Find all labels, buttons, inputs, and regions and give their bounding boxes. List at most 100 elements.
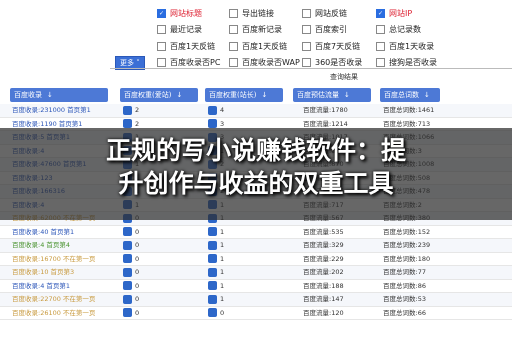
header-label: 百度收录 (14, 91, 42, 99)
divider (110, 68, 512, 69)
weight-badge-icon (208, 119, 217, 128)
table-row: 百度收录:40 首页第1 0 1 百度流量:535 百度总词数:152 (0, 226, 512, 239)
checkbox-icon[interactable] (376, 42, 385, 51)
header-total-words[interactable]: 百度总词数 ↓ (380, 88, 440, 102)
sort-arrow-icon[interactable]: ↓ (176, 91, 182, 99)
index-cell[interactable]: 百度收录:10 首页第3 (12, 266, 74, 278)
banner-title: 正规的写小说赚钱软件：提 升创作与收益的双重工具 (20, 134, 492, 200)
weight-aizhan-cell: 0 (123, 281, 139, 291)
weight-badge-icon (123, 254, 132, 263)
option-baidu-7day-backlinks[interactable]: 百度7天反链 (302, 41, 360, 52)
weight-badge-icon (123, 119, 132, 128)
option-export-links[interactable]: 导出链接 (229, 8, 274, 19)
weight-value: 1 (220, 295, 225, 303)
sort-arrow-icon[interactable]: ↓ (261, 91, 267, 99)
weight-aizhan-cell: 0 (123, 240, 139, 250)
option-360-indexed[interactable]: 360是否收录 (302, 57, 362, 68)
checkbox-icon[interactable]: ✓ (376, 9, 385, 18)
checkbox-icon[interactable] (302, 25, 311, 34)
checkbox-icon[interactable] (157, 25, 166, 34)
option-label: 百度收录否WAP (242, 58, 300, 67)
weight-value: 0 (135, 281, 140, 290)
checkbox-icon[interactable] (302, 9, 311, 18)
header-baidu-index[interactable]: 百度收录 ↓ (10, 88, 108, 102)
index-cell[interactable]: 百度收录:22700 不在第一页 (12, 293, 95, 305)
table-row: 百度收录:4 首页第4 0 1 百度流量:329 百度总词数:239 (0, 239, 512, 253)
weight-value: 0 (135, 308, 140, 317)
option-recent-records[interactable]: 最近记录 (157, 24, 202, 35)
weight-value: 1 (220, 254, 225, 263)
checkbox-icon[interactable] (229, 9, 238, 18)
header-weight-chinaz[interactable]: 百度权重(站长) ↓ (205, 88, 283, 102)
weight-aizhan-cell: 0 (123, 294, 139, 304)
checkbox-icon[interactable] (157, 58, 166, 67)
option-baidu-1day-backlinks-2[interactable]: 百度1天反链 (229, 41, 287, 52)
weight-aizhan-cell: 0 (123, 254, 139, 264)
option-baidu-1day-backlinks[interactable]: 百度1天反链 (157, 41, 215, 52)
weight-chinaz-cell: 3 (208, 119, 224, 129)
index-cell[interactable]: 百度收录:4 首页第4 (12, 239, 70, 251)
header-estimated-traffic[interactable]: 百度预估流量 ↓ (293, 88, 371, 102)
weight-value: 0 (220, 308, 225, 317)
weight-aizhan-cell: 0 (123, 227, 139, 237)
weight-badge-icon (123, 105, 132, 115)
sort-arrow-icon[interactable]: ↓ (424, 91, 430, 99)
index-cell[interactable]: 百度收录:231000 首页第1 (12, 104, 91, 116)
option-label: 百度收录否PC (170, 58, 221, 67)
weight-value: 4 (220, 106, 225, 114)
words-cell: 百度总词数:239 (383, 241, 431, 249)
option-site-title[interactable]: ✓ 网站标题 (157, 8, 202, 19)
option-baidu-1day-indexed[interactable]: 百度1天收录 (376, 41, 434, 52)
option-label: 百度1天反链 (242, 42, 288, 51)
checkbox-icon[interactable] (376, 25, 385, 34)
table-row: 百度收录:22700 不在第一页 0 1 百度流量:147 百度总词数:53 (0, 293, 512, 307)
weight-value: 1 (220, 227, 225, 236)
weight-chinaz-cell: 1 (208, 254, 224, 264)
weight-chinaz-cell: 4 (208, 105, 224, 115)
results-label: 查询结果 (330, 73, 358, 81)
banner-title-line2: 升创作与收益的双重工具 (118, 169, 394, 198)
weight-badge-icon (123, 294, 132, 304)
option-backlinks[interactable]: 网站反链 (302, 8, 347, 19)
option-baidu-indexed-wap[interactable]: 百度收录否WAP (229, 57, 300, 68)
option-total-records[interactable]: 总记录数 (376, 24, 421, 35)
weight-badge-icon (208, 281, 217, 290)
weight-badge-icon (208, 294, 217, 304)
checkbox-icon[interactable] (157, 42, 166, 51)
weight-chinaz-cell: 1 (208, 281, 224, 291)
weight-badge-icon (208, 105, 217, 115)
words-cell: 百度总词数:86 (383, 281, 426, 290)
option-baidu-indexed-pc[interactable]: 百度收录否PC (157, 57, 220, 68)
weight-value: 0 (135, 227, 140, 236)
index-cell[interactable]: 百度收录:16700 不在第一页 (12, 253, 95, 265)
weight-badge-icon (208, 308, 217, 317)
option-baidu-new-records[interactable]: 百度新记录 (229, 24, 282, 35)
checkbox-icon[interactable] (376, 58, 385, 67)
table-row: 百度收录:4 首页第1 0 1 百度流量:188 百度总词数:86 (0, 280, 512, 293)
words-cell: 百度总词数:1461 (383, 106, 435, 114)
weight-chinaz-cell: 1 (208, 227, 224, 237)
option-label: 百度新记录 (242, 25, 282, 34)
option-sogou-indexed[interactable]: 搜狗是否收录 (376, 57, 437, 68)
weight-badge-icon (123, 281, 132, 290)
checkbox-icon[interactable] (229, 42, 238, 51)
index-cell[interactable]: 百度收录:40 首页第1 (12, 226, 74, 238)
option-label: 导出链接 (242, 9, 274, 18)
checkbox-icon[interactable] (302, 58, 311, 67)
option-baidu-index[interactable]: 百度索引 (302, 24, 347, 35)
checkbox-icon[interactable] (302, 42, 311, 51)
traffic-cell: 百度流量:535 (303, 227, 344, 236)
header-label: 百度权重(爱站) (124, 91, 172, 99)
option-site-ip[interactable]: ✓ 网站IP (376, 8, 412, 19)
checkbox-icon[interactable] (229, 58, 238, 67)
sort-arrow-icon[interactable]: ↓ (47, 91, 53, 99)
sort-arrow-icon[interactable]: ↓ (344, 91, 350, 99)
index-cell[interactable]: 百度收录:4 首页第1 (12, 280, 70, 292)
weight-value: 2 (135, 106, 140, 114)
checkbox-icon[interactable]: ✓ (157, 9, 166, 18)
option-label: 最近记录 (170, 25, 202, 34)
option-label: 总记录数 (389, 25, 421, 34)
header-weight-aizhan[interactable]: 百度权重(爱站) ↓ (120, 88, 198, 102)
checkbox-icon[interactable] (229, 25, 238, 34)
index-cell[interactable]: 百度收录:26100 不在第一页 (12, 307, 95, 319)
